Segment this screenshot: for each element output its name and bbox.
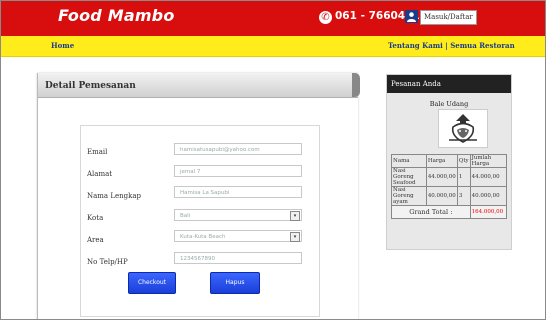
restaurant-logo xyxy=(438,109,488,148)
nav-separator: | xyxy=(445,41,448,50)
area-label: Area xyxy=(87,236,104,244)
order-detail-header: Detail Pemesanan xyxy=(38,73,360,98)
item-qty: 1 xyxy=(456,167,471,187)
order-summary-header: Pesanan Anda xyxy=(387,75,511,93)
brand-logo[interactable]: Food Mambo xyxy=(58,6,175,25)
chevron-down-icon[interactable]: ▾ xyxy=(290,232,300,242)
nav-all-restaurants-link[interactable]: Semua Restoran xyxy=(450,41,514,50)
panel-header-cap xyxy=(352,73,360,97)
item-name: Nasi Goreng Seafood xyxy=(391,167,427,187)
area-select[interactable]: Kuta-Kuta Beach ▾ xyxy=(174,230,302,242)
nav-home-link[interactable]: Home xyxy=(51,41,74,50)
item-qty: 3 xyxy=(456,186,471,206)
grand-total-label: Grand Total : xyxy=(391,205,471,219)
order-summary-panel: Pesanan Anda Bale Udang Nama Harga Qty J… xyxy=(386,74,512,250)
item-name: Nasi Goreng ayam xyxy=(391,186,427,206)
nav-bar: Home Tentang Kami | Semua Restoran xyxy=(1,36,545,57)
email-label: Email xyxy=(87,148,108,156)
nav-right-links: Tentang Kami | Semua Restoran xyxy=(388,41,515,50)
column-header-qty: Qty xyxy=(456,154,471,168)
nav-about-link[interactable]: Tentang Kami xyxy=(388,41,443,50)
area-select-value: Kuta-Kuta Beach xyxy=(180,234,226,240)
item-price: 44.000,00 xyxy=(425,167,458,187)
table-row: Nasi Goreng Seafood 44.000,00 1 44.000,0… xyxy=(391,167,508,187)
top-header-bar: Food Mambo ✆ 061 - 76604717 Masuk/Daftar xyxy=(1,1,545,36)
reset-button[interactable]: Hapus xyxy=(210,272,260,294)
item-total: 44.000,00 xyxy=(469,167,508,187)
address-field[interactable]: jemal 7 xyxy=(174,165,302,177)
checkout-button[interactable]: Checkout xyxy=(128,272,176,294)
city-select-value: Bali xyxy=(180,213,191,219)
browser-page: Food Mambo ✆ 061 - 76604717 Masuk/Daftar… xyxy=(0,0,546,320)
order-table: Nama Harga Qty Jumlah Harga Nasi Goreng … xyxy=(391,154,508,219)
column-header-total: Jumlah Harga xyxy=(469,154,508,168)
column-header-name: Nama xyxy=(391,154,427,168)
item-price: 40.000,00 xyxy=(425,186,458,206)
order-form: Email hamisatusapubi@yahoo.com Alamat je… xyxy=(80,125,320,317)
restaurant-name: Bale Udang xyxy=(429,100,469,108)
city-label: Kota xyxy=(87,214,104,222)
phone-field[interactable]: 1234567890 xyxy=(174,252,302,264)
column-header-price: Harga xyxy=(425,154,458,168)
grand-total-value: 164.000,00 xyxy=(469,205,508,219)
city-select[interactable]: Bali ▾ xyxy=(174,209,302,221)
full-name-field[interactable]: Hamisa La Sapubi xyxy=(174,186,302,198)
item-total: 40.000,00 xyxy=(469,186,508,206)
phone-icon: ✆ xyxy=(319,11,332,24)
table-header-row: Nama Harga Qty Jumlah Harga xyxy=(391,154,508,168)
address-label: Alamat xyxy=(87,170,113,178)
chevron-down-icon[interactable]: ▾ xyxy=(290,211,300,221)
phone-label: No Telp/HP xyxy=(87,258,128,266)
email-field[interactable]: hamisatusapubi@yahoo.com xyxy=(174,143,302,155)
table-row: Nasi Goreng ayam 40.000,00 3 40.000,00 xyxy=(391,186,508,206)
order-summary-title: Pesanan Anda xyxy=(391,80,441,88)
grand-total-row: Grand Total : 164.000,00 xyxy=(391,205,508,219)
login-register-button[interactable]: Masuk/Daftar xyxy=(420,10,477,25)
order-detail-title: Detail Pemesanan xyxy=(45,81,136,91)
full-name-label: Nama Lengkap xyxy=(87,192,142,200)
user-icon xyxy=(405,10,418,23)
